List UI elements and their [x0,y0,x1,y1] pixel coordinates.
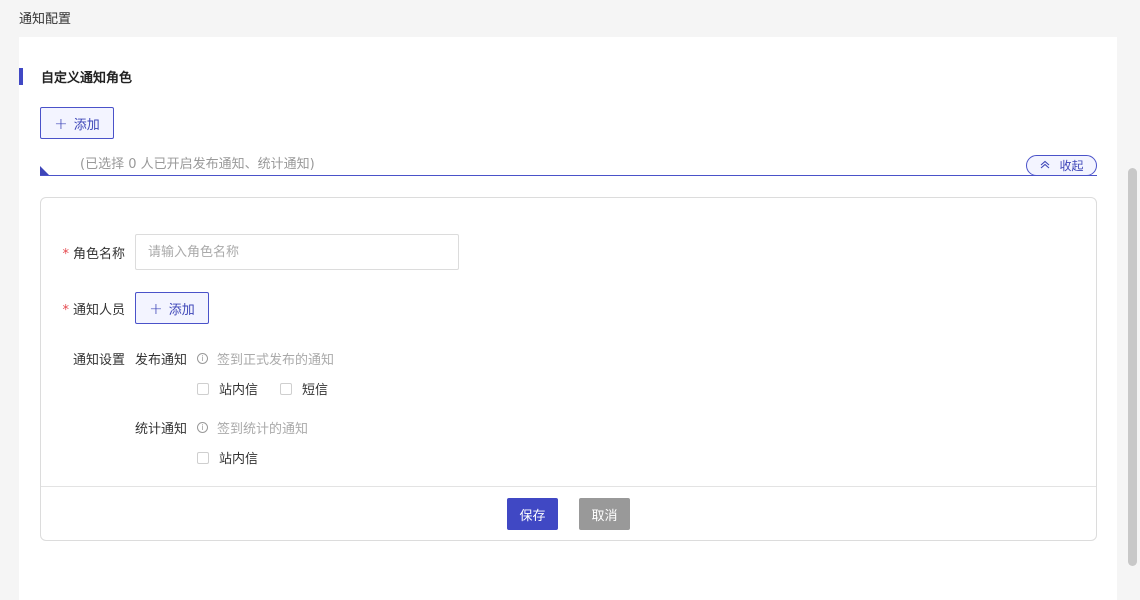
role-name-label: 角色名称 [72,246,125,262]
publish-option-inbox[interactable]: 站内信 [197,379,258,398]
page-title: 通知配置 [19,12,72,27]
add-role-button[interactable]: + 添加 [40,107,114,139]
recipients-label: 通知人员 [72,302,125,318]
publish-setting-row: 通知设置 发布通知 i 签到正式发布的通知 [41,349,334,368]
checkbox[interactable] [197,382,209,395]
stats-option-inbox-label: 站内信 [219,452,259,467]
plus-icon: + [54,113,68,133]
corner-triangle-icon [40,166,49,175]
publish-option-inbox-label: 站内信 [219,383,259,398]
add-recipient-label: 添加 [168,302,195,318]
publish-option-sms[interactable]: 短信 [280,379,328,398]
add-recipient-button[interactable]: + 添加 [135,292,209,324]
required-mark: * [62,302,69,318]
role-name-input[interactable] [135,234,459,270]
stats-title: 统计通知 [135,422,188,437]
role-form: *角色名称 *通知人员 + 添加 通知设置 发布通知 i 签到正式发布的通知 站… [40,197,1097,541]
role-name-row: * 角色名称 [41,234,459,270]
required-mark: * [62,246,69,262]
role-summary-text: (已选择 0 人已开启发布通知、统计通知) [80,157,315,172]
config-card: 自定义通知角色 + 添加 (已选择 0 人已开启发布通知、统计通知) 收起 * 角… [19,37,1117,600]
scrollbar-thumb[interactable] [1128,168,1137,566]
role-name-label-wrap: * 角色名称 [41,243,135,262]
stats-hint: 签到统计的通知 [217,422,309,437]
checkbox[interactable] [197,451,209,464]
recipients-row: * 通知人员 + 添加 [41,292,209,324]
role-summary-row: (已选择 0 人已开启发布通知、统计通知) 收起 [40,149,1097,176]
collapse-label: 收起 [1059,159,1084,173]
plus-icon: + [149,298,163,318]
section-header: 自定义通知角色 [19,68,133,86]
section-title: 自定义通知角色 [41,71,133,86]
form-divider [41,486,1096,487]
stats-options: 站内信 [197,448,280,467]
publish-title: 发布通知 [135,353,188,368]
cancel-button[interactable]: 取消 [579,498,630,530]
stats-setting-row: 统计通知 i 签到统计的通知 [135,418,308,437]
checkbox[interactable] [280,382,293,395]
section-accent-bar [19,68,23,85]
collapse-button[interactable]: 收起 [1026,155,1097,176]
add-role-label: 添加 [73,117,100,133]
chevron-up-double-icon [1039,159,1051,172]
save-button[interactable]: 保存 [507,498,558,530]
info-circle-icon: i [197,353,208,364]
info-circle-icon: i [197,422,208,433]
recipients-label-wrap: * 通知人员 [41,299,135,318]
publish-options: 站内信 短信 [197,379,350,398]
settings-label: 通知设置 [72,353,125,368]
publish-hint: 签到正式发布的通知 [217,353,335,368]
publish-option-sms-label: 短信 [302,383,329,398]
stats-option-inbox[interactable]: 站内信 [197,448,258,467]
